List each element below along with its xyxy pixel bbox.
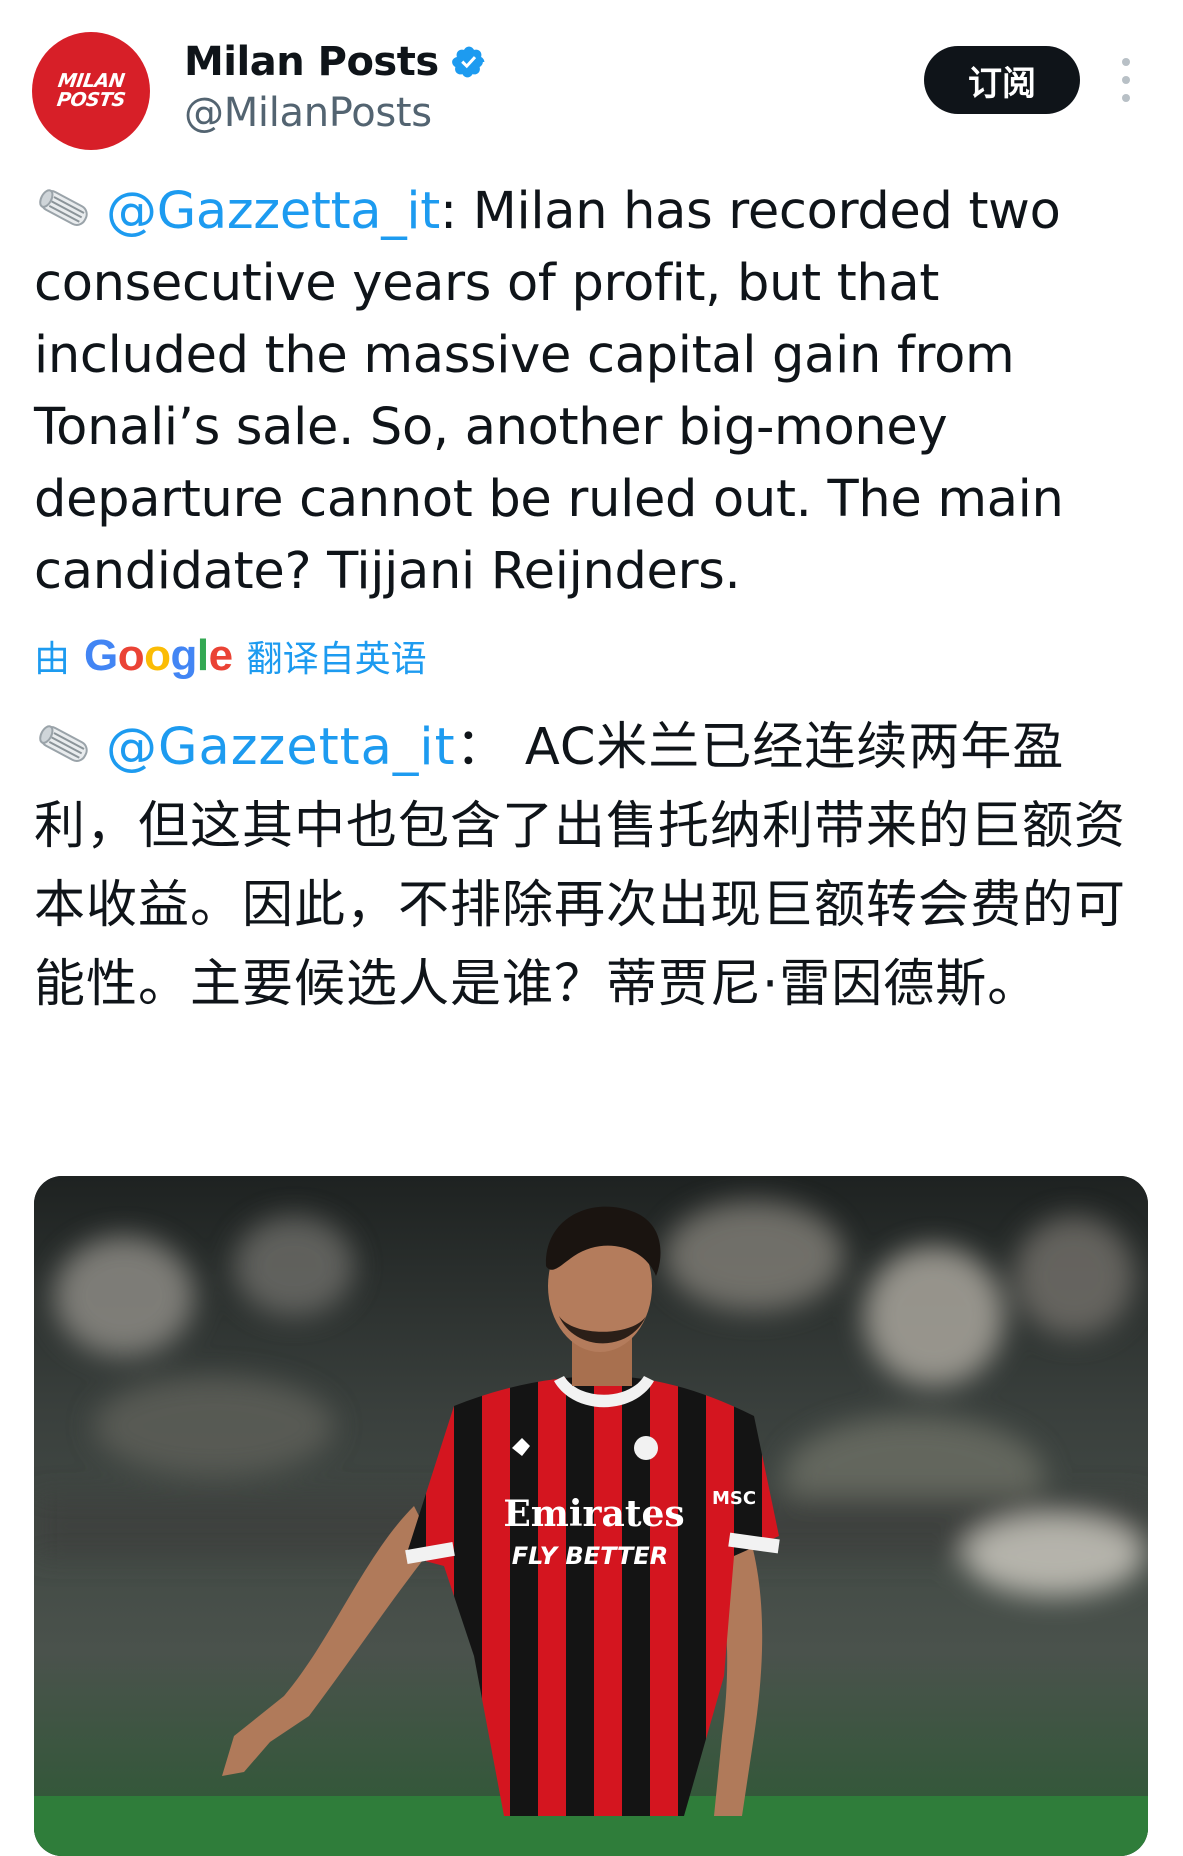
club-crest-icon xyxy=(634,1436,658,1460)
shirt-sponsor-text: Emirates xyxy=(503,1493,684,1535)
subscribe-button[interactable]: 订阅 xyxy=(924,46,1080,114)
more-vertical-icon[interactable] xyxy=(1112,58,1140,104)
tweet-header: MILAN POSTS Milan Posts @MilanPosts 订阅 xyxy=(0,0,1183,160)
account-handle[interactable]: @MilanPosts xyxy=(184,90,432,136)
translated-by-google-note[interactable]: 由 Google 翻译自英语 xyxy=(34,628,427,684)
rolled-newspaper-icon xyxy=(39,189,88,226)
google-logo: Google xyxy=(84,631,233,680)
tweet-body: : Milan has recorded two consecutive yea… xyxy=(34,182,1064,601)
display-name[interactable]: Milan Posts xyxy=(184,39,439,85)
football-player-photo: Emirates FLY BETTER MSC xyxy=(34,1176,1148,1856)
mention-link[interactable]: @Gazzetta_it xyxy=(106,718,456,777)
display-name-row[interactable]: Milan Posts xyxy=(184,34,487,90)
sleeve-sponsor-text: MSC xyxy=(712,1488,756,1509)
shirt-slogan-text: FLY BETTER xyxy=(512,1542,669,1570)
tweet-photo[interactable]: Emirates FLY BETTER MSC xyxy=(34,1176,1148,1856)
avatar[interactable]: MILAN POSTS xyxy=(32,32,150,150)
verified-badge-icon xyxy=(451,46,485,78)
mention-link[interactable]: @Gazzetta_it xyxy=(106,182,440,241)
translated-tweet-text: @Gazzetta_it： AC米兰已经连续两年盈利，但这其中也包含了出售托纳利… xyxy=(34,708,1144,1024)
translate-prefix: 由 xyxy=(34,639,71,680)
avatar-text-line2: POSTS xyxy=(55,89,127,111)
rolled-newspaper-icon xyxy=(39,725,88,762)
tweet-text: @Gazzetta_it: Milan has recorded two con… xyxy=(34,176,1114,608)
translate-suffix: 翻译自英语 xyxy=(246,639,427,680)
